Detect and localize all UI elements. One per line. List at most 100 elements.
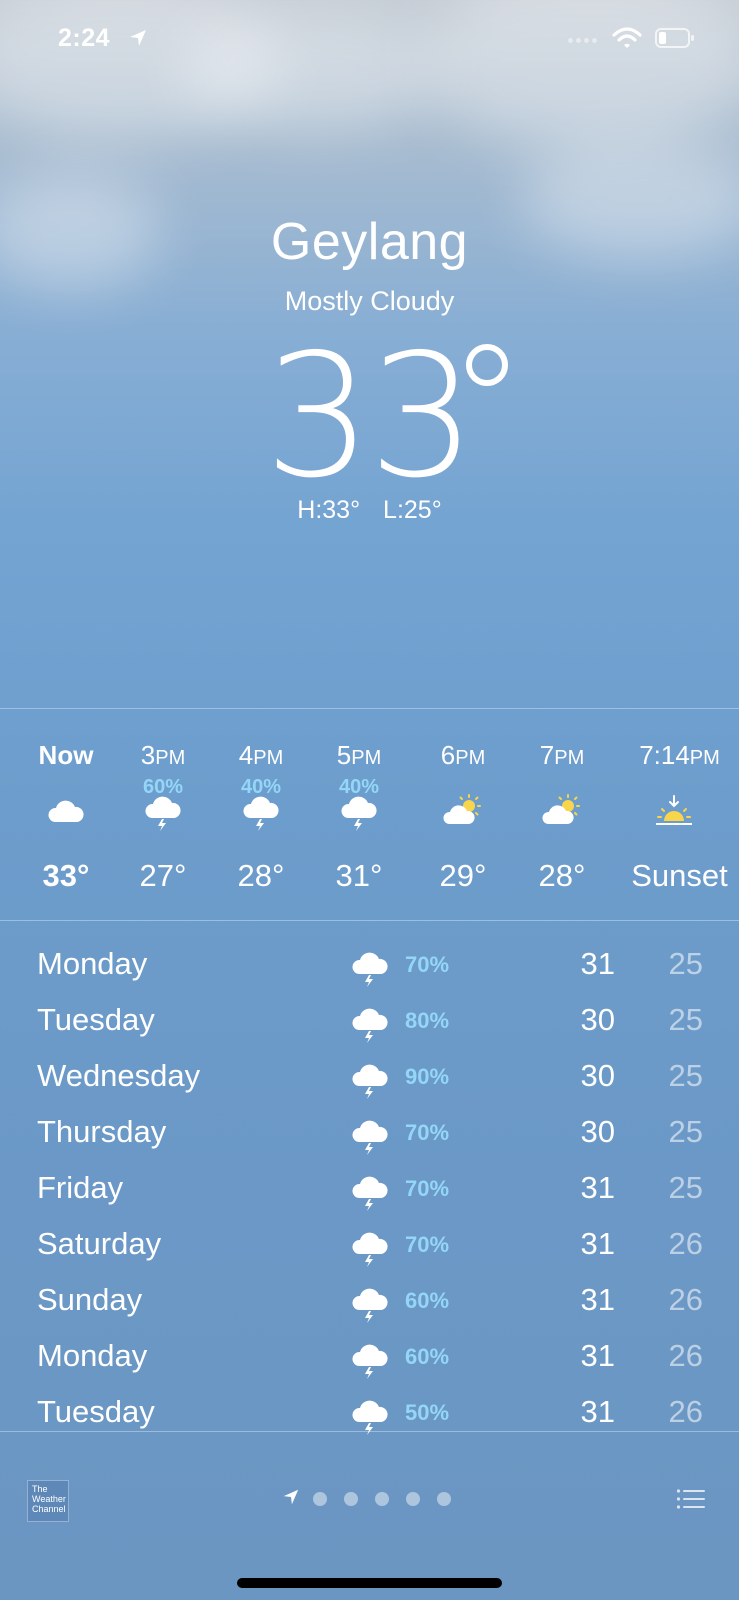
- day-row: Thursday 70% 30 25: [0, 1104, 739, 1160]
- day-name: Saturday: [37, 1226, 162, 1261]
- divider: [0, 1431, 739, 1432]
- thunderstorm-icon: [352, 1288, 388, 1323]
- day-high: 31: [580, 1170, 615, 1205]
- day-precip: 70%: [405, 1232, 450, 1257]
- divider: [0, 708, 739, 709]
- day-row: Monday 60% 31 26: [0, 1328, 739, 1384]
- hour-temp: Sunset: [631, 858, 728, 893]
- status-bar: 2:24: [0, 0, 739, 80]
- day-precip: 70%: [405, 952, 450, 977]
- day-precip: 60%: [405, 1344, 450, 1369]
- day-name: Friday: [37, 1170, 124, 1205]
- status-time: 2:24: [58, 24, 111, 52]
- hour-temp: 33°: [42, 858, 90, 893]
- partly-cloudy-icon: [443, 794, 481, 824]
- day-low: 25: [668, 1170, 703, 1205]
- wifi-icon: [612, 27, 642, 48]
- day-low: 26: [668, 1394, 703, 1429]
- day-high: 30: [580, 1002, 615, 1037]
- day-low: 25: [668, 1058, 703, 1093]
- day-precip: 90%: [405, 1064, 450, 1089]
- day-precip: 70%: [405, 1176, 450, 1201]
- divider: [0, 920, 739, 921]
- day-row: Friday 70% 31 25: [0, 1160, 739, 1216]
- hour-time: Now: [38, 740, 94, 770]
- day-high: 31: [580, 946, 615, 981]
- battery-icon: [655, 28, 694, 48]
- hour-time: 7PM: [539, 740, 585, 770]
- hour-item: 7PM 28°: [512, 740, 612, 900]
- hour-temp: 27°: [139, 858, 187, 893]
- hour-item: 5PM 40% 31°: [309, 740, 409, 900]
- day-high: 31: [580, 1282, 615, 1317]
- low-temp: L:25°: [383, 496, 442, 524]
- hour-item: 4PM 40% 28°: [211, 740, 311, 900]
- thunderstorm-icon: [341, 796, 377, 831]
- day-high: 31: [580, 1394, 615, 1429]
- thunderstorm-icon: [352, 1008, 388, 1043]
- thunderstorm-icon: [352, 1344, 388, 1379]
- thunderstorm-icon: [243, 796, 279, 831]
- hour-item: 6PM 29°: [413, 740, 513, 900]
- day-row: Sunday 60% 31 26: [0, 1272, 739, 1328]
- day-low: 26: [668, 1338, 703, 1373]
- current-temperature: 33: [264, 318, 476, 516]
- day-row: Tuesday 80% 30 25: [0, 992, 739, 1048]
- cloud-icon: [48, 800, 84, 822]
- thunderstorm-icon: [352, 1232, 388, 1267]
- day-name: Sunday: [37, 1282, 143, 1317]
- thunderstorm-icon: [352, 1120, 388, 1155]
- city-name: Geylang: [270, 213, 469, 271]
- day-high: 30: [580, 1114, 615, 1149]
- page-dot[interactable]: [406, 1492, 420, 1506]
- hour-temp: 28°: [237, 858, 285, 893]
- hour-time: 6PM: [440, 740, 486, 770]
- day-high: 31: [580, 1338, 615, 1373]
- day-low: 26: [668, 1226, 703, 1261]
- day-low: 25: [668, 1114, 703, 1149]
- day-name: Tuesday: [37, 1002, 155, 1037]
- hour-temp: 29°: [439, 858, 487, 893]
- day-high: 30: [580, 1058, 615, 1093]
- condition-text: Mostly Cloudy: [284, 286, 455, 316]
- day-precip: 50%: [405, 1400, 450, 1425]
- list-icon[interactable]: [676, 1488, 706, 1510]
- weather-channel-logo[interactable]: The Weather Channel: [27, 1480, 69, 1522]
- home-indicator[interactable]: [237, 1578, 502, 1588]
- partly-cloudy-icon: [542, 794, 580, 824]
- hour-time: 7:14PM: [639, 740, 720, 770]
- day-name: Monday: [37, 946, 148, 981]
- high-temp: H:33°: [297, 496, 361, 524]
- day-name: Tuesday: [37, 1394, 155, 1429]
- day-name: Wednesday: [37, 1058, 201, 1093]
- page-dot[interactable]: [437, 1492, 451, 1506]
- day-name: Thursday: [37, 1114, 167, 1149]
- page-dot[interactable]: [313, 1492, 327, 1506]
- thunderstorm-icon: [352, 1176, 388, 1211]
- day-precip: 70%: [405, 1120, 450, 1145]
- day-low: 25: [668, 1002, 703, 1037]
- signal-icon: [568, 36, 602, 44]
- thunderstorm-icon: [352, 1064, 388, 1099]
- thunderstorm-icon: [352, 952, 388, 987]
- page-dot[interactable]: [344, 1492, 358, 1506]
- high-low: H:33° L:25°: [0, 496, 739, 525]
- day-row: Monday 70% 31 25: [0, 936, 739, 992]
- thunderstorm-icon: [352, 1400, 388, 1435]
- day-row: Saturday 70% 31 26: [0, 1216, 739, 1272]
- hour-item: 3PM 60% 27°: [113, 740, 213, 900]
- page-dot[interactable]: [375, 1492, 389, 1506]
- hour-temp: 28°: [538, 858, 586, 893]
- day-precip: 60%: [405, 1288, 450, 1313]
- degree-symbol: [466, 344, 508, 386]
- day-name: Monday: [37, 1338, 148, 1373]
- location-arrow-icon: [130, 30, 146, 46]
- location-arrow-icon[interactable]: [282, 1488, 300, 1506]
- hour-time: 5PM: [336, 740, 382, 770]
- day-high: 31: [580, 1226, 615, 1261]
- day-row: Wednesday 90% 30 25: [0, 1048, 739, 1104]
- hour-temp: 31°: [335, 858, 383, 893]
- hour-item: Now 33°: [16, 740, 116, 900]
- hour-time: 4PM: [238, 740, 284, 770]
- day-low: 25: [668, 946, 703, 981]
